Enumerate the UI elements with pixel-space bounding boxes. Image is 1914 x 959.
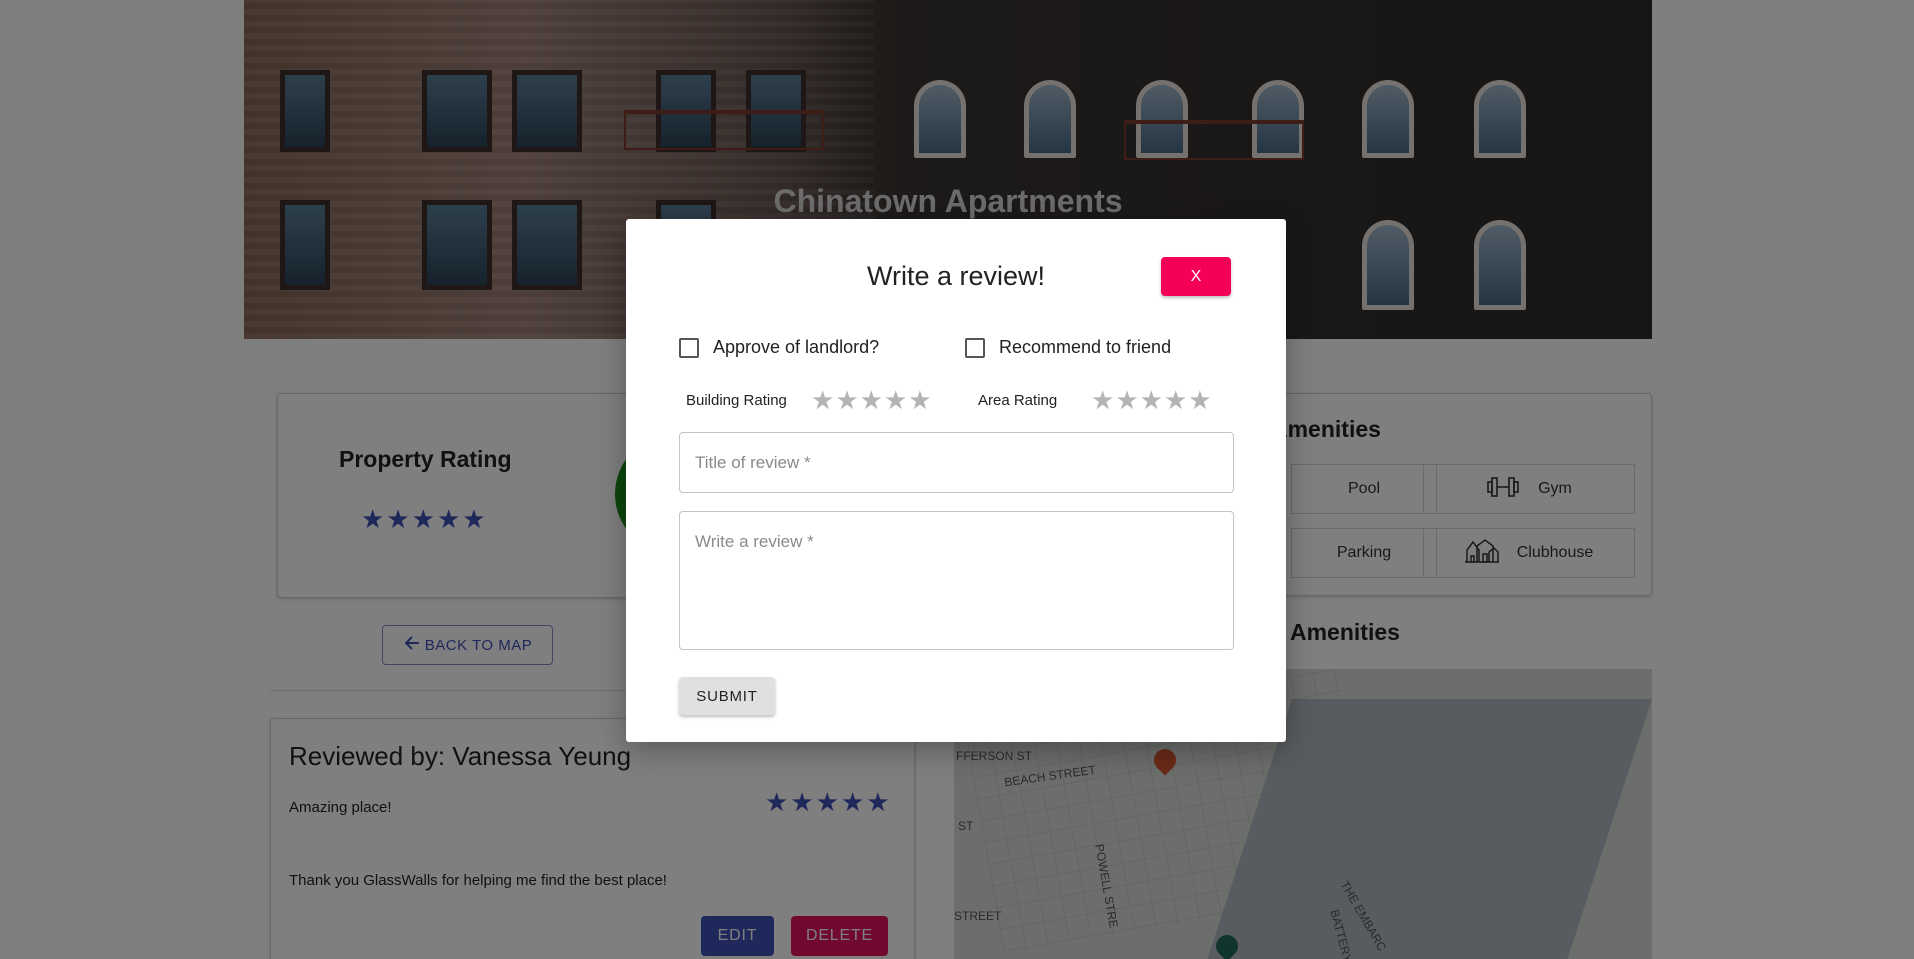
recommend-friend-label: Recommend to friend bbox=[999, 337, 1172, 357]
approve-landlord-label: Approve of landlord? bbox=[713, 337, 880, 357]
building-rating-row: Building Rating ★ ★ ★ ★ ★ bbox=[686, 387, 932, 413]
star-icon[interactable]: ★ bbox=[860, 387, 883, 413]
star-icon[interactable]: ★ bbox=[884, 387, 907, 413]
area-rating-stars[interactable]: ★ ★ ★ ★ ★ bbox=[1091, 387, 1212, 413]
submit-button[interactable]: SUBMIT bbox=[679, 677, 775, 715]
area-rating-label: Area Rating bbox=[978, 391, 1058, 409]
approve-landlord-checkbox[interactable] bbox=[679, 337, 699, 358]
star-icon[interactable]: ★ bbox=[908, 387, 931, 413]
building-rating-stars[interactable]: ★ ★ ★ ★ ★ bbox=[811, 387, 932, 413]
recommend-friend-checkbox[interactable] bbox=[965, 337, 985, 358]
star-icon[interactable]: ★ bbox=[1091, 387, 1114, 413]
review-body-placeholder: Write a review * bbox=[695, 532, 814, 551]
review-title-placeholder: Title of review * bbox=[695, 453, 811, 472]
star-icon[interactable]: ★ bbox=[1115, 387, 1138, 413]
recommend-friend-checkbox-row[interactable]: Recommend to friend bbox=[965, 337, 1171, 358]
star-icon[interactable]: ★ bbox=[1164, 387, 1187, 413]
approve-landlord-checkbox-row[interactable]: Approve of landlord? bbox=[679, 337, 879, 358]
close-button[interactable]: X bbox=[1161, 257, 1231, 296]
star-icon[interactable]: ★ bbox=[1140, 387, 1163, 413]
area-rating-row: Area Rating ★ ★ ★ ★ ★ bbox=[978, 387, 1212, 413]
review-body-textarea[interactable]: Write a review * bbox=[679, 511, 1234, 650]
star-icon[interactable]: ★ bbox=[811, 387, 834, 413]
star-icon[interactable]: ★ bbox=[835, 387, 858, 413]
write-review-dialog: Write a review! X Approve of landlord? R… bbox=[626, 219, 1286, 742]
star-icon[interactable]: ★ bbox=[1188, 387, 1211, 413]
review-title-input[interactable]: Title of review * bbox=[679, 432, 1234, 493]
building-rating-label: Building Rating bbox=[686, 391, 787, 409]
